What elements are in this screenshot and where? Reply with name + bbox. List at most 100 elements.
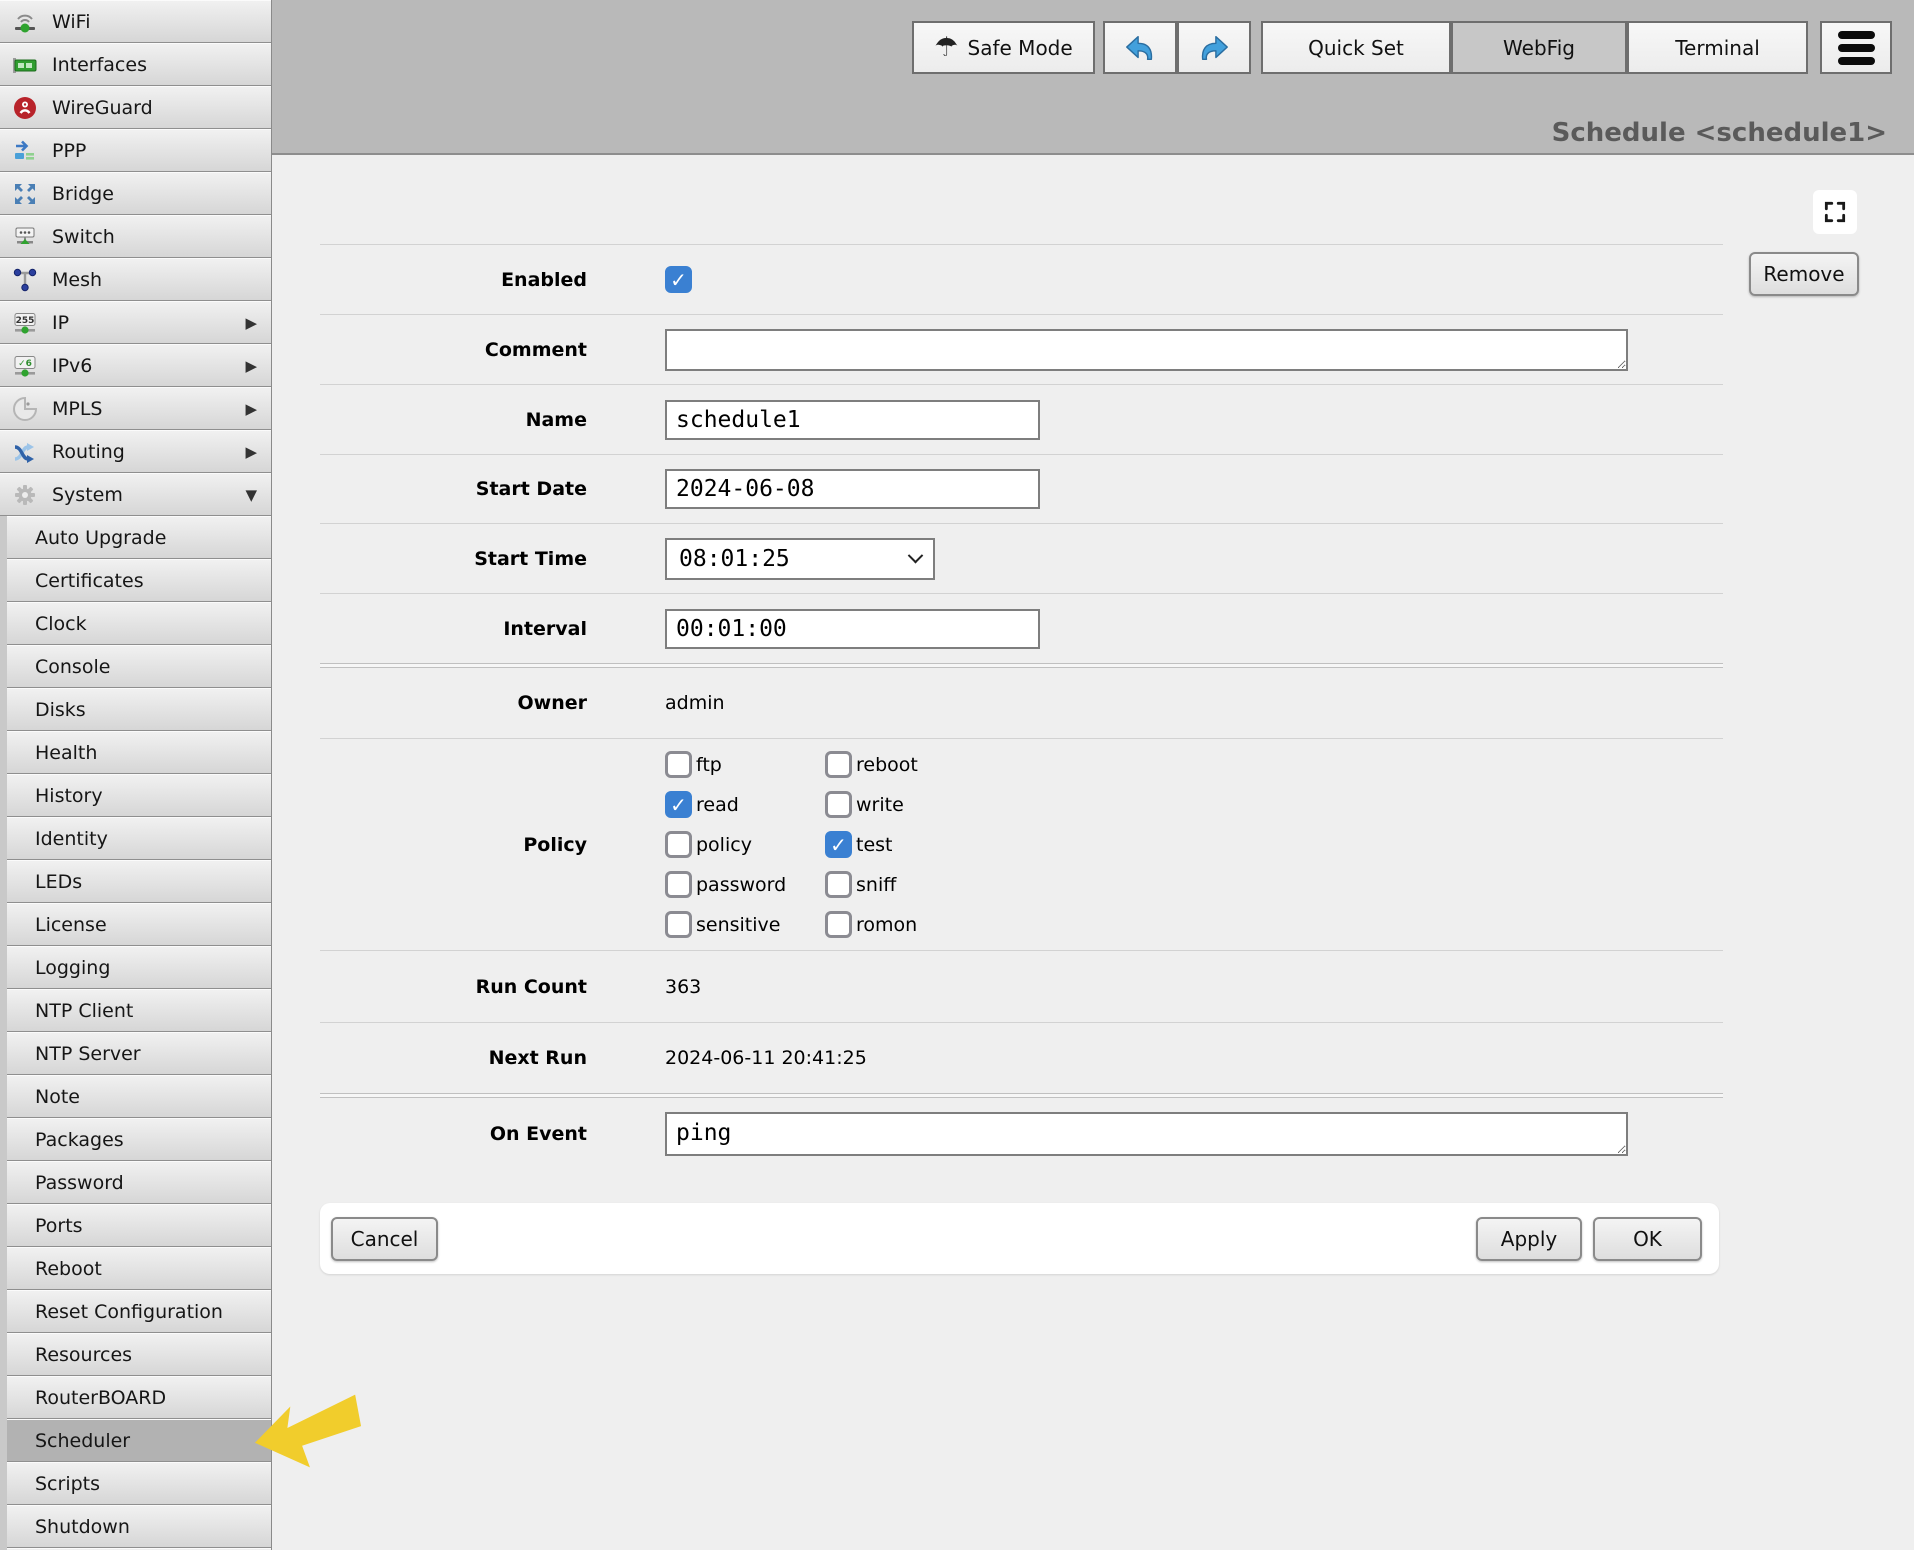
sidebar-item-leds[interactable]: LEDs: [7, 860, 271, 903]
routing-icon: [10, 437, 40, 467]
sidebar-item-routing[interactable]: Routing▶: [0, 430, 271, 473]
policy-column-2: rebootwritetestsniffromon: [825, 751, 918, 938]
action-button-bar: Cancel Apply OK: [320, 1203, 1719, 1274]
sidebar-item-history[interactable]: History: [7, 774, 271, 817]
policy-checkbox-label: romon: [856, 914, 917, 936]
name-label: Name: [320, 409, 587, 431]
sidebar-item-label: NTP Client: [35, 1000, 133, 1022]
wifi-icon: [10, 7, 40, 37]
sidebar-item-ppp[interactable]: PPP: [0, 129, 271, 172]
hamburger-icon: [1838, 31, 1875, 65]
sidebar-item-auto-upgrade[interactable]: Auto Upgrade: [7, 516, 271, 559]
run-count-value: 363: [665, 976, 701, 998]
next-run-value: 2024-06-11 20:41:25: [665, 1047, 867, 1069]
webfig-tab[interactable]: WebFig: [1451, 21, 1627, 74]
policy-checkbox-ftp[interactable]: [665, 751, 692, 778]
sidebar-item-mesh[interactable]: Mesh: [0, 258, 271, 301]
sidebar-item-mpls[interactable]: MPLS▶: [0, 387, 271, 430]
ip-icon: 255: [10, 308, 40, 338]
sidebar-item-label: System: [52, 484, 123, 506]
policy-item-sensitive: sensitive: [665, 911, 825, 938]
policy-item-ftp: ftp: [665, 751, 825, 778]
interval-input[interactable]: [665, 609, 1040, 649]
sidebar-item-label: Console: [35, 656, 110, 678]
sidebar-item-label: Packages: [35, 1129, 124, 1151]
sidebar-item-bridge[interactable]: Bridge: [0, 172, 271, 215]
start-date-input[interactable]: [665, 469, 1040, 509]
sidebar-item-logging[interactable]: Logging: [7, 946, 271, 989]
policy-checkbox-sensitive[interactable]: [665, 911, 692, 938]
on-event-textarea[interactable]: ping: [665, 1112, 1628, 1156]
sidebar-item-label: MPLS: [52, 398, 103, 420]
sidebar-item-identity[interactable]: Identity: [7, 817, 271, 860]
sidebar-item-shutdown[interactable]: Shutdown: [7, 1505, 271, 1548]
sidebar-item-wifi[interactable]: WiFi: [0, 0, 271, 43]
policy-checkbox-reboot[interactable]: [825, 751, 852, 778]
sidebar-item-ip[interactable]: 255IP▶: [0, 301, 271, 344]
bridge-icon: [10, 179, 40, 209]
enabled-row: Enabled: [320, 244, 1723, 314]
policy-item-write: write: [825, 791, 918, 818]
safe-mode-button[interactable]: ☂ Safe Mode: [912, 21, 1095, 74]
undo-button[interactable]: [1103, 21, 1177, 74]
sidebar-item-health[interactable]: Health: [7, 731, 271, 774]
policy-checkbox-read[interactable]: [665, 791, 692, 818]
sidebar-item-wireguard[interactable]: WireGuard: [0, 86, 271, 129]
sidebar-item-console[interactable]: Console: [7, 645, 271, 688]
terminal-tab[interactable]: Terminal: [1627, 21, 1808, 74]
sidebar-item-resources[interactable]: Resources: [7, 1333, 271, 1376]
sidebar-item-packages[interactable]: Packages: [7, 1118, 271, 1161]
triangle-right-icon: ▶: [245, 357, 257, 375]
redo-button[interactable]: [1177, 21, 1251, 74]
sidebar-item-reboot[interactable]: Reboot: [7, 1247, 271, 1290]
sidebar-item-label: Bridge: [52, 183, 114, 205]
sidebar-item-note[interactable]: Note: [7, 1075, 271, 1118]
sidebar-item-clock[interactable]: Clock: [7, 602, 271, 645]
sidebar-item-license[interactable]: License: [7, 903, 271, 946]
policy-item-password: password: [665, 871, 825, 898]
policy-item-policy: policy: [665, 831, 825, 858]
sidebar-item-routerboard[interactable]: RouterBOARD: [7, 1376, 271, 1419]
sidebar-item-label: PPP: [52, 140, 86, 162]
ok-button[interactable]: OK: [1593, 1217, 1702, 1261]
policy-checkbox-sniff[interactable]: [825, 871, 852, 898]
quick-set-tab[interactable]: Quick Set: [1261, 21, 1451, 74]
sidebar-item-ntp-server[interactable]: NTP Server: [7, 1032, 271, 1075]
remove-button[interactable]: Remove: [1749, 252, 1859, 296]
sidebar-item-reset-configuration[interactable]: Reset Configuration: [7, 1290, 271, 1333]
sidebar-item-scripts[interactable]: Scripts: [7, 1462, 271, 1505]
sidebar-item-label: Reboot: [35, 1258, 102, 1280]
policy-checkbox-password[interactable]: [665, 871, 692, 898]
owner-row: Owner admin: [320, 668, 1723, 738]
sidebar-item-certificates[interactable]: Certificates: [7, 559, 271, 602]
policy-checkbox-test[interactable]: [825, 831, 852, 858]
sidebar-item-ports[interactable]: Ports: [7, 1204, 271, 1247]
sidebar-item-scheduler[interactable]: Scheduler: [7, 1419, 271, 1462]
cancel-button[interactable]: Cancel: [331, 1217, 438, 1261]
apply-button[interactable]: Apply: [1476, 1217, 1582, 1261]
sidebar-item-ipv6[interactable]: ✓6IPv6▶: [0, 344, 271, 387]
start-time-select[interactable]: 08:01:25: [665, 538, 935, 580]
fullscreen-button[interactable]: [1813, 190, 1857, 234]
policy-checkbox-policy[interactable]: [665, 831, 692, 858]
ppp-icon: [10, 136, 40, 166]
policy-checkbox-label: read: [696, 794, 739, 816]
menu-button[interactable]: [1820, 21, 1892, 74]
sidebar-item-ntp-client[interactable]: NTP Client: [7, 989, 271, 1032]
enabled-checkbox[interactable]: [665, 266, 692, 293]
name-input[interactable]: [665, 400, 1040, 440]
sidebar-item-password[interactable]: Password: [7, 1161, 271, 1204]
sidebar-item-interfaces[interactable]: Interfaces: [0, 43, 271, 86]
interfaces-icon: [10, 50, 40, 80]
switch-icon: [10, 222, 40, 252]
policy-checkbox-write[interactable]: [825, 791, 852, 818]
sidebar-item-label: Scheduler: [35, 1430, 130, 1452]
policy-checkbox-label: write: [856, 794, 904, 816]
sidebar-item-disks[interactable]: Disks: [7, 688, 271, 731]
sidebar-item-switch[interactable]: Switch: [0, 215, 271, 258]
comment-textarea[interactable]: [665, 329, 1628, 371]
policy-checkbox-romon[interactable]: [825, 911, 852, 938]
triangle-down-icon: ▼: [245, 486, 257, 504]
owner-value: admin: [665, 692, 725, 714]
sidebar-item-system[interactable]: System ▼: [0, 473, 271, 516]
